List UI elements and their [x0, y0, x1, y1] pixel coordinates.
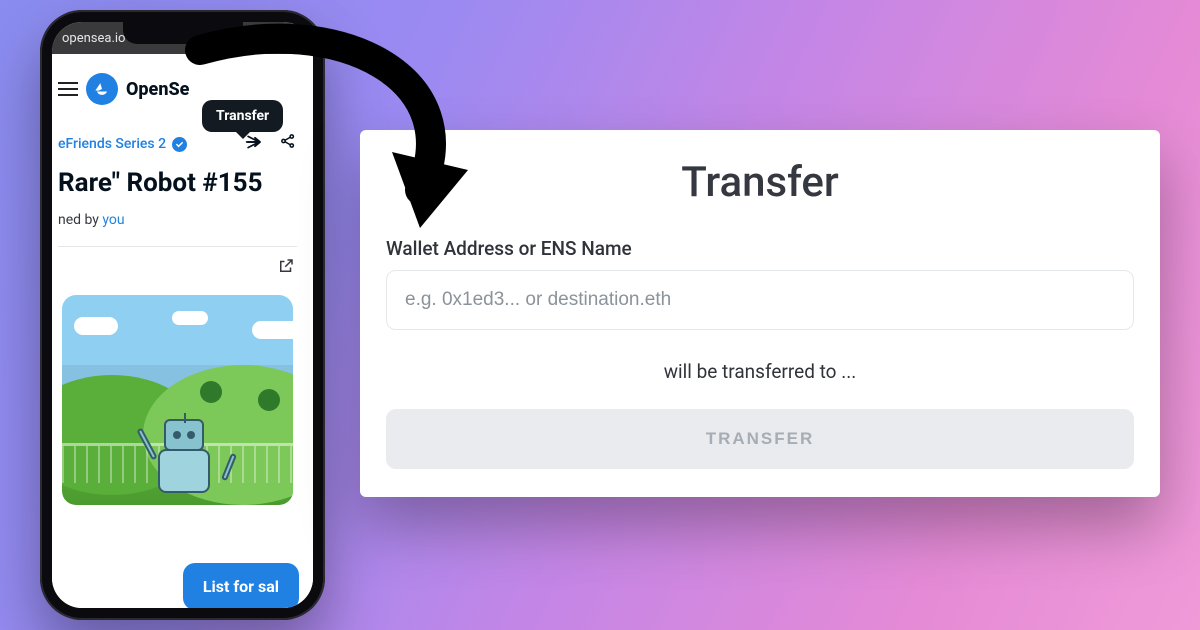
owned-by-prefix: ned by: [58, 212, 102, 228]
collection-name-link[interactable]: eFriends Series 2: [58, 136, 166, 152]
transfer-note: will be transferred to ...: [386, 360, 1134, 383]
transfer-submit-button[interactable]: TRANSFER: [386, 409, 1134, 469]
list-for-sale-button[interactable]: List for sal: [183, 563, 299, 608]
nft-image[interactable]: [62, 295, 293, 505]
transfer-button-label: TRANSFER: [706, 429, 815, 448]
list-button-label: List for sal: [203, 577, 279, 596]
stage: opensea.io OpenSe Trans: [0, 0, 1200, 630]
transfer-modal: Transfer Wallet Address or ENS Name will…: [360, 130, 1160, 497]
external-link-icon[interactable]: [277, 257, 295, 279]
menu-icon[interactable]: [58, 82, 78, 96]
robot-character-icon: [142, 415, 234, 505]
modal-title: Transfer: [386, 158, 1134, 207]
browser-url: opensea.io: [62, 31, 125, 46]
wallet-address-input[interactable]: [386, 270, 1134, 330]
owned-by-link[interactable]: you: [102, 212, 124, 228]
annotation-arrow-icon: [160, 20, 480, 250]
wallet-field-label: Wallet Address or ENS Name: [386, 237, 1134, 260]
opensea-logo-icon[interactable]: [86, 73, 118, 105]
